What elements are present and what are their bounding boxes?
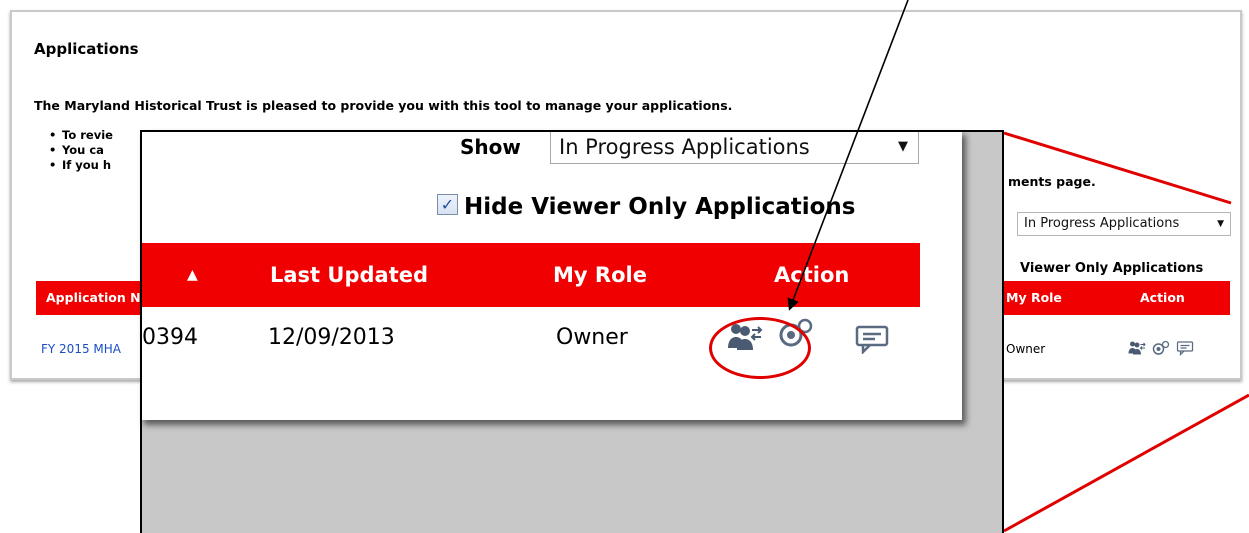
pointer-arrow <box>787 0 909 311</box>
